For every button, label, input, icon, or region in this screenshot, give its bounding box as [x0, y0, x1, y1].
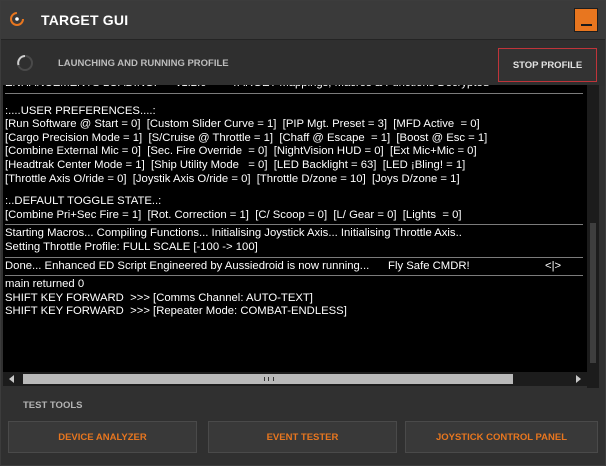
- horizontal-scroll-thumb[interactable]: [23, 374, 513, 384]
- console-line: :....USER PREFERENCES....:: [5, 104, 156, 117]
- console-line: [Throttle Axis O/ride = 0] [Joystik Axis…: [5, 172, 460, 185]
- title-bar: TARGET GUI: [1, 1, 605, 39]
- horizontal-scrollbar[interactable]: [3, 372, 587, 386]
- console-gap: [5, 96, 587, 105]
- console-output[interactable]: ENHANCEMENTS LOADING: v1.2.0 TARGET Mapp…: [3, 85, 587, 372]
- console-line: [Combine Pri+Sec Fire = 1] [Rot. Correct…: [5, 208, 462, 221]
- minimize-icon: [581, 24, 592, 26]
- scroll-right-icon[interactable]: [576, 375, 581, 383]
- console-lines: ENHANCEMENTS LOADING: v1.2.0 TARGET Mapp…: [5, 85, 587, 319]
- console-gap: [5, 186, 587, 195]
- scroll-left-icon[interactable]: [9, 375, 14, 383]
- event-tester-button[interactable]: EVENT TESTER: [208, 421, 397, 453]
- console-line: [Run Software @ Start = 0] [Custom Slide…: [5, 118, 480, 131]
- console-separator: [5, 92, 583, 94]
- vertical-scrollbar[interactable]: [587, 85, 599, 388]
- profile-status-text: LAUNCHING AND RUNNING PROFILE: [58, 58, 229, 69]
- console-separator: [5, 256, 583, 258]
- joystick-control-panel-button[interactable]: JOYSTICK CONTROL PANEL: [405, 421, 598, 453]
- test-tools-label: TEST TOOLS: [23, 400, 83, 411]
- console-line: main returned 0: [5, 278, 85, 291]
- minimize-button[interactable]: [574, 8, 598, 32]
- vertical-scroll-thumb[interactable]: [590, 223, 596, 363]
- console-line: SHIFT KEY FORWARD >>> [Repeater Mode: CO…: [5, 305, 347, 318]
- app-title: TARGET GUI: [41, 12, 129, 28]
- console-line: [Headtrak Center Mode = 1] [Ship Utility…: [5, 158, 466, 171]
- console-line: ENHANCEMENTS LOADING: v1.2.0 TARGET Mapp…: [5, 85, 587, 91]
- console-line: SHIFT KEY FORWARD >>> [Comms Channel: AU…: [5, 291, 313, 304]
- target-gui-window: TARGET GUI LAUNCHING AND RUNNING PROFILE…: [0, 0, 606, 466]
- console-separator: [5, 224, 583, 226]
- loading-spinner-icon: [16, 54, 34, 72]
- stop-profile-button[interactable]: STOP PROFILE: [498, 48, 597, 82]
- console-line: Done... Enhanced ED Script Engineered by…: [5, 259, 562, 272]
- console-line: Setting Throttle Profile: FULL SCALE [-1…: [5, 240, 258, 253]
- console-line: [Cargo Precision Mode = 1] [S/Cruise @ T…: [5, 131, 488, 144]
- console-separator: [5, 275, 583, 277]
- console-line: Starting Macros... Compiling Functions..…: [5, 227, 462, 240]
- grip-icon: [264, 377, 274, 381]
- target-logo-icon: [9, 11, 25, 27]
- console-line: [Combine External Mic = 0] [Sec. Fire Ov…: [5, 145, 477, 158]
- console-line: :..DEFAULT TOGGLE STATE..:: [5, 195, 162, 208]
- profile-status-bar: LAUNCHING AND RUNNING PROFILE STOP PROFI…: [1, 39, 605, 86]
- device-analyzer-button[interactable]: DEVICE ANALYZER: [8, 421, 197, 453]
